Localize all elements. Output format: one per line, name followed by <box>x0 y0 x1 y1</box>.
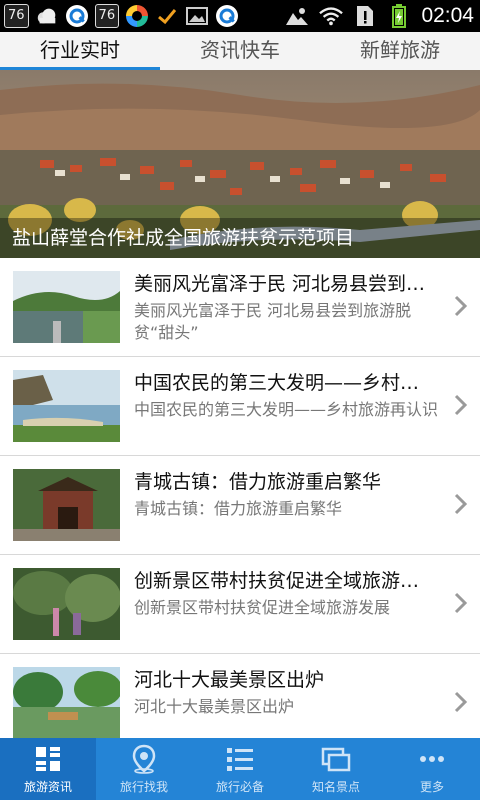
landscape-icon <box>285 4 309 28</box>
chevron-right-icon <box>454 691 468 713</box>
location-pin-icon <box>132 744 156 774</box>
article-summary: 河北十大最美景区出炉 <box>134 697 295 716</box>
nav-label: 旅行找我 <box>119 780 168 794</box>
article-thumbnail <box>13 568 120 640</box>
article-list: 美丽风光富泽于民 河北易县尝到旅游脱贫“甜头” 美丽风光富泽于民 河北易县尝到旅… <box>0 258 480 753</box>
notification-badge: 76 <box>4 4 29 28</box>
chevron-right-icon <box>454 394 468 416</box>
list-item[interactable]: 创新景区带村扶贫促进全域旅游发展 创新景区带村扶贫促进全域旅游发展 <box>0 555 480 654</box>
article-summary: 美丽风光富泽于民 河北易县尝到旅游脱贫“甜头” <box>134 301 412 342</box>
article-thumbnail <box>13 271 120 343</box>
nav-label: 知名景点 <box>311 780 360 794</box>
article-thumbnail <box>13 667 120 739</box>
chevron-right-icon <box>454 592 468 614</box>
article-thumbnail <box>13 370 120 442</box>
chevron-right-icon <box>454 493 468 515</box>
check-icon <box>155 4 179 28</box>
list-item[interactable]: 美丽风光富泽于民 河北易县尝到旅游脱贫“甜头” 美丽风光富泽于民 河北易县尝到旅… <box>0 258 480 357</box>
nav-travel-essentials[interactable]: 旅行必备 <box>192 738 288 800</box>
status-bar: 76 76 02:04 <box>0 0 480 32</box>
weather-cloud-icon <box>35 4 59 28</box>
sim-alert-icon <box>353 4 377 28</box>
article-title: 河北十大最美景区出炉 <box>134 669 325 691</box>
nav-famous-spots[interactable]: 知名景点 <box>288 738 384 800</box>
image-icon <box>185 4 209 28</box>
nav-label: 旅行必备 <box>215 780 264 794</box>
tab-fresh-travel[interactable]: 新鲜旅游 <box>320 32 480 70</box>
article-title: 中国农民的第三大发明——乡村旅游再认识 <box>134 372 434 394</box>
nav-label: 旅游资讯 <box>23 780 72 794</box>
app-q-icon <box>65 4 89 28</box>
app-q-icon-2 <box>215 4 239 28</box>
app-circle-icon <box>125 4 149 28</box>
chevron-right-icon <box>454 295 468 317</box>
bottom-nav: 旅游资讯 旅行找我 旅行必备 知名景点 更多 <box>0 738 480 800</box>
tab-news-express[interactable]: 资讯快车 <box>160 32 320 70</box>
article-title: 青城古镇：借力旅游重启繁华 <box>134 471 382 493</box>
windows-icon <box>321 747 351 772</box>
article-summary: 创新景区带村扶贫促进全域旅游发展 <box>134 598 391 617</box>
nav-label: 更多 <box>419 780 444 794</box>
grid-icon <box>36 747 60 771</box>
battery-charging-icon <box>387 4 411 28</box>
article-title: 创新景区带村扶贫促进全域旅游发展 <box>134 570 434 592</box>
nav-travel-news[interactable]: 旅游资讯 <box>0 738 96 800</box>
article-summary: 青城古镇：借力旅游重启繁华 <box>134 499 343 518</box>
article-summary: 中国农民的第三大发明——乡村旅游再认识 <box>134 400 439 419</box>
top-tabs: 行业实时 资讯快车 新鲜旅游 <box>0 32 480 70</box>
list-item[interactable]: 中国农民的第三大发明——乡村旅游再认识 中国农民的第三大发明——乡村旅游再认识 <box>0 357 480 456</box>
article-thumbnail <box>13 469 120 541</box>
tab-industry-realtime[interactable]: 行业实时 <box>0 32 160 70</box>
list-item[interactable]: 青城古镇：借力旅游重启繁华 青城古镇：借力旅游重启繁华 <box>0 456 480 555</box>
status-time: 02:04 <box>421 4 474 27</box>
notification-badge-2: 76 <box>94 4 120 28</box>
hero-banner[interactable]: 盐山薛堂合作社成全国旅游扶贫示范项目 <box>0 70 480 258</box>
wifi-icon <box>319 4 344 28</box>
hero-caption: 盐山薛堂合作社成全国旅游扶贫示范项目 <box>0 218 480 258</box>
nav-find-trip[interactable]: 旅行找我 <box>96 738 192 800</box>
list-icon <box>227 748 253 771</box>
article-title: 美丽风光富泽于民 河北易县尝到旅游脱贫“甜头” <box>134 273 434 295</box>
nav-more[interactable]: 更多 <box>384 738 480 800</box>
more-dots-icon <box>420 756 444 762</box>
